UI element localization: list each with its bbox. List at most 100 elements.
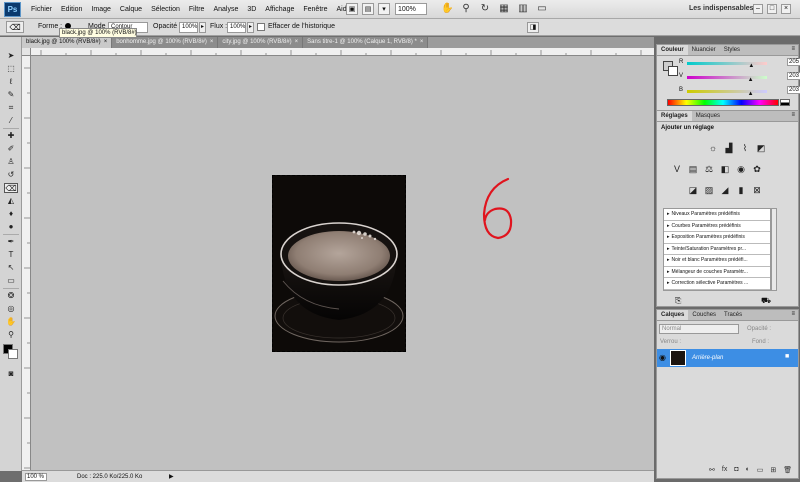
crop-tool-icon[interactable]: ⌗ <box>4 103 18 113</box>
preset-item[interactable]: ▸ Correction sélective Paramètres ... <box>664 278 770 290</box>
status-menu-arrow-icon[interactable]: ▶ <box>169 473 174 480</box>
slider-v-track[interactable] <box>687 76 767 79</box>
background-color-swatch[interactable] <box>8 349 18 359</box>
zoom-select[interactable]: 100% <box>395 3 427 15</box>
preset-scrollbar[interactable] <box>771 208 777 291</box>
black-white-ramp[interactable] <box>780 99 790 106</box>
arrange-icon[interactable]: ▥ <box>517 3 529 15</box>
tab-nuancier[interactable]: Nuancier <box>688 45 720 55</box>
photo-filter-icon[interactable]: ◉ <box>735 164 747 175</box>
menu-3d[interactable]: 3D <box>247 6 256 13</box>
opacite-input[interactable]: 100% <box>179 22 198 33</box>
dodge-tool-icon[interactable]: ● <box>4 222 18 232</box>
flux-input[interactable]: 100% <box>227 22 246 33</box>
marquee-tool-icon[interactable]: ⬚ <box>4 64 18 74</box>
clone-stamp-tool-icon[interactable]: ♙ <box>4 157 18 167</box>
delete-layer-icon[interactable]: 🗑 <box>783 466 792 474</box>
zoom-tool-icon[interactable]: ⚲ <box>4 330 18 340</box>
menu-edition[interactable]: Edition <box>61 6 82 13</box>
slider-b[interactable]: B ▲ 203 <box>679 86 800 97</box>
preset-item[interactable]: ▸ Courbes Paramètres prédéfinis <box>664 221 770 232</box>
panel-menu-icon[interactable]: ≡ <box>791 46 795 52</box>
slider-r[interactable]: R ▲ 205 <box>679 58 800 69</box>
pen-tool-icon[interactable]: ✒ <box>4 237 18 247</box>
opacite-arrow-icon[interactable]: ▸ <box>199 22 206 33</box>
tab-close-icon[interactable]: × <box>295 39 299 45</box>
vibrance-icon[interactable]: V <box>671 164 683 175</box>
rotate-view-icon[interactable]: ↻ <box>479 3 491 15</box>
brush-tool-icon[interactable]: ✐ <box>4 144 18 154</box>
exposure-icon[interactable]: ◩ <box>755 143 767 154</box>
expand-arrow-icon[interactable]: ▸ <box>667 232 670 243</box>
workspace-switcher[interactable]: Les indispensables <box>689 5 754 12</box>
path-selection-tool-icon[interactable]: ↖ <box>4 263 18 273</box>
menu-image[interactable]: Image <box>91 6 110 13</box>
tab-styles[interactable]: Styles <box>720 45 744 55</box>
brightness-icon[interactable]: ☼ <box>707 143 719 154</box>
history-brush-tool-icon[interactable]: ↺ <box>4 170 18 180</box>
hue-saturation-icon[interactable]: ▤ <box>687 164 699 175</box>
slider-v-value[interactable]: 203 <box>787 72 800 80</box>
menu-fichier[interactable]: Fichier <box>31 6 52 13</box>
selective-color-icon[interactable]: ⊠ <box>751 185 763 196</box>
color-balance-icon[interactable]: ⚖ <box>703 164 715 175</box>
effacer-historique-checkbox[interactable] <box>257 23 265 31</box>
tab-close-icon[interactable]: × <box>420 39 424 45</box>
screen-mode-icon[interactable]: ▭ <box>536 3 548 15</box>
levels-icon[interactable]: ▟ <box>723 143 735 154</box>
posterize-icon[interactable]: ▨ <box>703 185 715 196</box>
preset-item[interactable]: ▸ Niveaux Paramètres prédéfinis <box>664 209 770 221</box>
color-background-swatch[interactable] <box>668 66 678 76</box>
menu-affichage[interactable]: Affichage <box>265 6 294 13</box>
healing-brush-tool-icon[interactable]: ✚ <box>4 131 18 141</box>
new-adjustment-icon[interactable]: ◐ <box>746 466 750 474</box>
tab-masques[interactable]: Masques <box>692 111 724 121</box>
layer-row-background[interactable]: ◉ Arrière-plan ■ <box>657 349 798 367</box>
gradient-map-icon[interactable]: ▮ <box>735 185 747 196</box>
tablet-pressure-icon[interactable]: ◨ <box>527 22 539 33</box>
layer-name[interactable]: Arrière-plan <box>692 355 723 361</box>
panel-menu-icon[interactable]: ≡ <box>791 112 795 118</box>
3d-orbit-tool-icon[interactable]: ◎ <box>4 304 18 314</box>
expand-arrow-icon[interactable]: ▸ <box>667 209 670 220</box>
expand-arrow-icon[interactable]: ▸ <box>667 278 670 289</box>
tab-close-icon[interactable]: × <box>104 39 108 45</box>
eyedropper-tool-icon[interactable]: ⁄ <box>4 116 18 126</box>
link-layers-icon[interactable]: ⚯ <box>709 466 715 474</box>
hand-icon[interactable]: ✋ <box>441 3 453 15</box>
slider-v[interactable]: V ▲ 203 <box>679 72 800 83</box>
tab-traces[interactable]: Tracés <box>720 310 746 320</box>
photoshop-logo[interactable]: Ps <box>4 1 21 17</box>
blur-tool-icon[interactable]: ♦ <box>4 209 18 219</box>
slider-b-thumb[interactable]: ▲ <box>748 91 754 97</box>
preset-item[interactable]: ▸ Noir et blanc Paramètres prédéfi... <box>664 255 770 267</box>
curves-icon[interactable]: ⌇ <box>739 143 751 154</box>
expand-arrow-icon[interactable]: ▸ <box>667 244 670 255</box>
flux-arrow-icon[interactable]: ▸ <box>247 22 254 33</box>
close-icon[interactable]: × <box>781 4 791 14</box>
clip-layer-icon[interactable]: ⎘ <box>675 296 681 306</box>
slider-v-thumb[interactable]: ▲ <box>748 77 754 83</box>
color-spectrum[interactable] <box>667 99 779 106</box>
blend-mode-select[interactable]: Normal <box>659 324 739 334</box>
tab-couches[interactable]: Couches <box>688 310 720 320</box>
zoom-level-input[interactable]: 100 % <box>25 473 47 481</box>
preset-item[interactable]: ▸ Mélangeur de couches Paramètr... <box>664 267 770 278</box>
document-image[interactable] <box>272 175 406 352</box>
menu-selection[interactable]: Sélection <box>151 6 180 13</box>
horizontal-ruler[interactable] <box>31 48 654 56</box>
vertical-ruler[interactable] <box>22 48 31 470</box>
panel-menu-icon[interactable]: ≡ <box>791 311 795 317</box>
zoom-icon[interactable]: ⚲ <box>460 3 472 15</box>
bridge-icon[interactable]: ▣ <box>346 3 358 15</box>
type-tool-icon[interactable]: T <box>4 250 18 260</box>
tab-close-icon[interactable]: × <box>210 39 214 45</box>
ruler-origin[interactable] <box>22 48 31 56</box>
black-white-icon[interactable]: ◧ <box>719 164 731 175</box>
layer-mask-icon[interactable]: ◘ <box>734 466 738 474</box>
extras-icon[interactable]: ▾ <box>378 3 390 15</box>
channel-mixer-icon[interactable]: ✿ <box>751 164 763 175</box>
3d-rotate-tool-icon[interactable]: ❂ <box>4 291 18 301</box>
threshold-icon[interactable]: ◢ <box>719 185 731 196</box>
quick-mask-icon[interactable]: ◙ <box>4 369 18 379</box>
